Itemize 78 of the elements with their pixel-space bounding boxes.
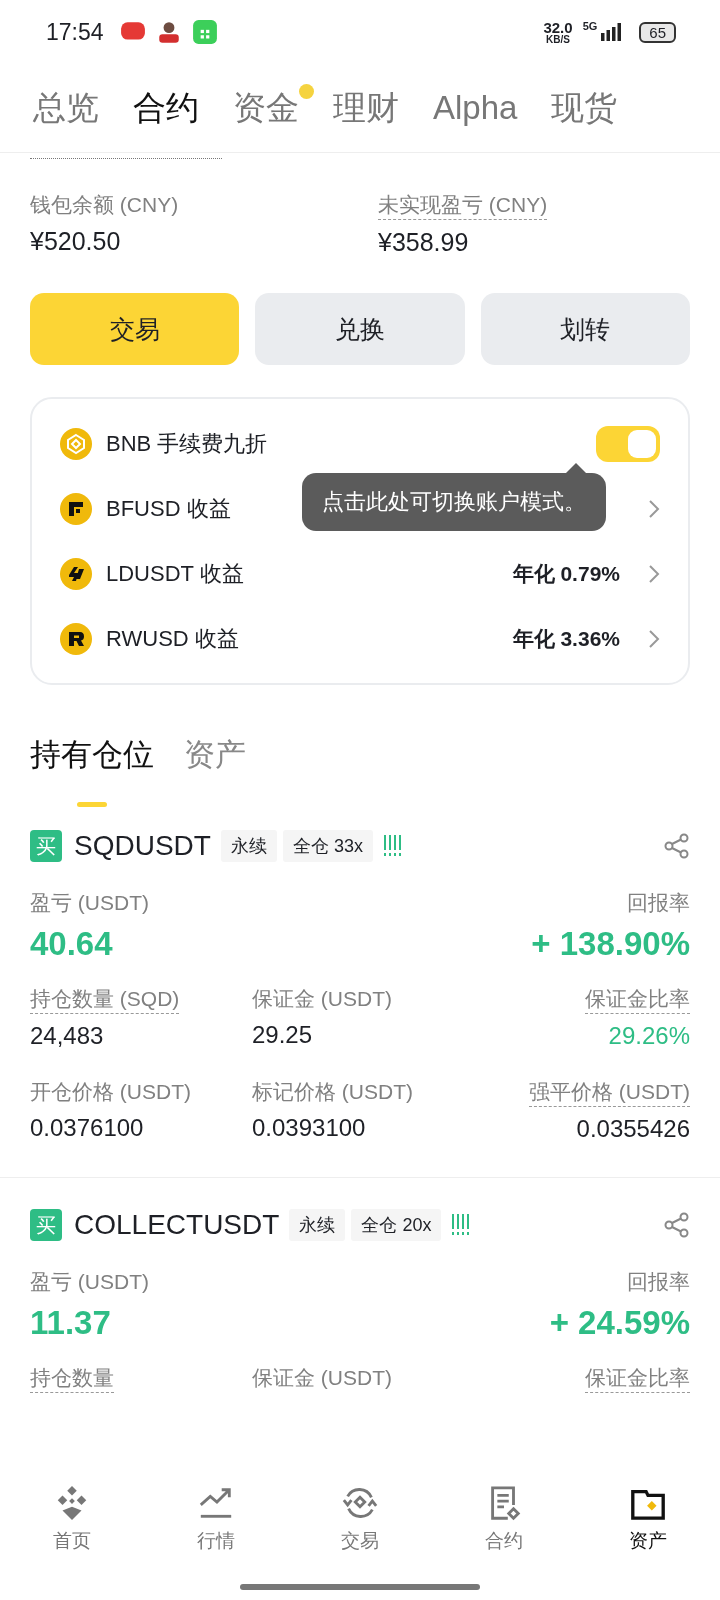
stat-label: 标记价格 (USDT) [252, 1079, 413, 1105]
buy-badge: 买 [30, 830, 62, 862]
earn-label: BNB 手续费九折 [106, 429, 268, 458]
stat-label: 保证金比率 [585, 985, 690, 1014]
chevron-right-icon [648, 498, 660, 519]
notification-dot [299, 84, 314, 99]
earn-label: LDUSDT 收益 [106, 559, 244, 588]
stat-value: 0.0355426 [576, 1115, 690, 1143]
stat-value: 29.26% [608, 1022, 690, 1050]
chevron-right-icon [648, 563, 660, 584]
nav-item[interactable]: 首页 [0, 1484, 144, 1574]
symbol: COLLECTUSDT [74, 1209, 280, 1241]
nav-item[interactable]: 交易 [288, 1484, 432, 1574]
roe-label: 回报率 [627, 1269, 690, 1295]
app-store-icon [191, 19, 218, 45]
roe-value: + 138.90% [531, 925, 690, 963]
section-tab[interactable]: 资产 [184, 725, 246, 807]
top-tab[interactable]: 资金 [216, 78, 316, 138]
adl-bars-icon [451, 1214, 472, 1236]
pnl-label: 盈亏 (USDT) [30, 890, 149, 916]
pnl-label: 盈亏 (USDT) [30, 1269, 149, 1295]
share-icon[interactable] [664, 833, 690, 859]
tooltip-pointer-icon [566, 463, 586, 473]
tag: 永续 [220, 830, 277, 862]
roe-label: 回报率 [627, 890, 690, 916]
pnl-value: 40.64 [30, 925, 113, 963]
nav-item[interactable]: 合约 [432, 1484, 576, 1574]
top-tab[interactable]: 理财 [316, 78, 416, 138]
nav-item[interactable]: 行情 [144, 1484, 288, 1574]
nav-item[interactable]: 资产 [576, 1484, 720, 1574]
stat-value: 0.0376100 [30, 1114, 144, 1142]
battery-indicator: 65 [639, 21, 676, 43]
stat-label: 保证金比率 [585, 1364, 690, 1393]
action-button[interactable]: 交易 [30, 293, 240, 365]
tooltip: 点击此处可切换账户模式。 [302, 473, 606, 531]
pnl-value: 11.37 [30, 1304, 111, 1342]
earn-label: BFUSD 收益 [106, 494, 231, 523]
top-tab[interactable]: 总览 [16, 78, 116, 138]
adl-bars-icon [382, 835, 403, 857]
coin-icon [60, 622, 92, 655]
signal-icon [601, 23, 622, 41]
action-button[interactable]: 兑换 [255, 293, 465, 365]
apy-value: 年化 0.79% [512, 560, 620, 587]
coin-icon [60, 427, 92, 460]
roe-value: + 24.59% [549, 1304, 690, 1342]
stat-value: 0.0393100 [252, 1114, 366, 1142]
stat-label: 开仓价格 (USDT) [30, 1079, 191, 1105]
balance-value: ¥358.99 [378, 228, 469, 257]
toggle-switch[interactable] [596, 425, 660, 462]
network-speed: 32.0 KB/S [543, 19, 573, 45]
action-button[interactable]: 划转 [480, 293, 690, 365]
coin-icon [60, 557, 92, 590]
tag: 全仓 33x [282, 830, 373, 862]
stat-value: 29.25 [252, 1021, 313, 1049]
share-icon[interactable] [664, 1212, 690, 1238]
balance-value: ¥520.50 [30, 227, 121, 256]
stat-label: 强平价格 (USDT) [529, 1078, 690, 1107]
earn-label: RWUSD 收益 [106, 624, 239, 653]
stat-label: 持仓数量 (SQD) [30, 985, 180, 1014]
top-tab[interactable]: Alpha [416, 78, 535, 138]
apy-value: 年化 3.36% [512, 625, 620, 652]
symbol: SQDUSDT [74, 830, 211, 862]
clock: 17:54 [46, 18, 104, 46]
top-tab[interactable]: 现货 [534, 78, 635, 138]
stat-label: 保证金 (USDT) [252, 986, 392, 1012]
stat-label: 持仓数量 [30, 1364, 114, 1393]
tag: 永续 [289, 1209, 346, 1241]
tag: 全仓 20x [351, 1209, 442, 1241]
buy-badge: 买 [30, 1209, 62, 1241]
balance-label: 未实现盈亏 (CNY) [378, 191, 548, 220]
network-type: 5G [582, 20, 598, 32]
coin-icon [60, 492, 92, 525]
stat-value: 24,483 [30, 1022, 104, 1050]
balance-label: 钱包余额 (CNY) [30, 192, 179, 218]
chevron-right-icon [648, 628, 660, 649]
top-tab[interactable]: 合约 [116, 78, 216, 138]
stat-label: 保证金 (USDT) [252, 1365, 392, 1391]
section-tab[interactable]: 持有仓位 [30, 725, 154, 807]
